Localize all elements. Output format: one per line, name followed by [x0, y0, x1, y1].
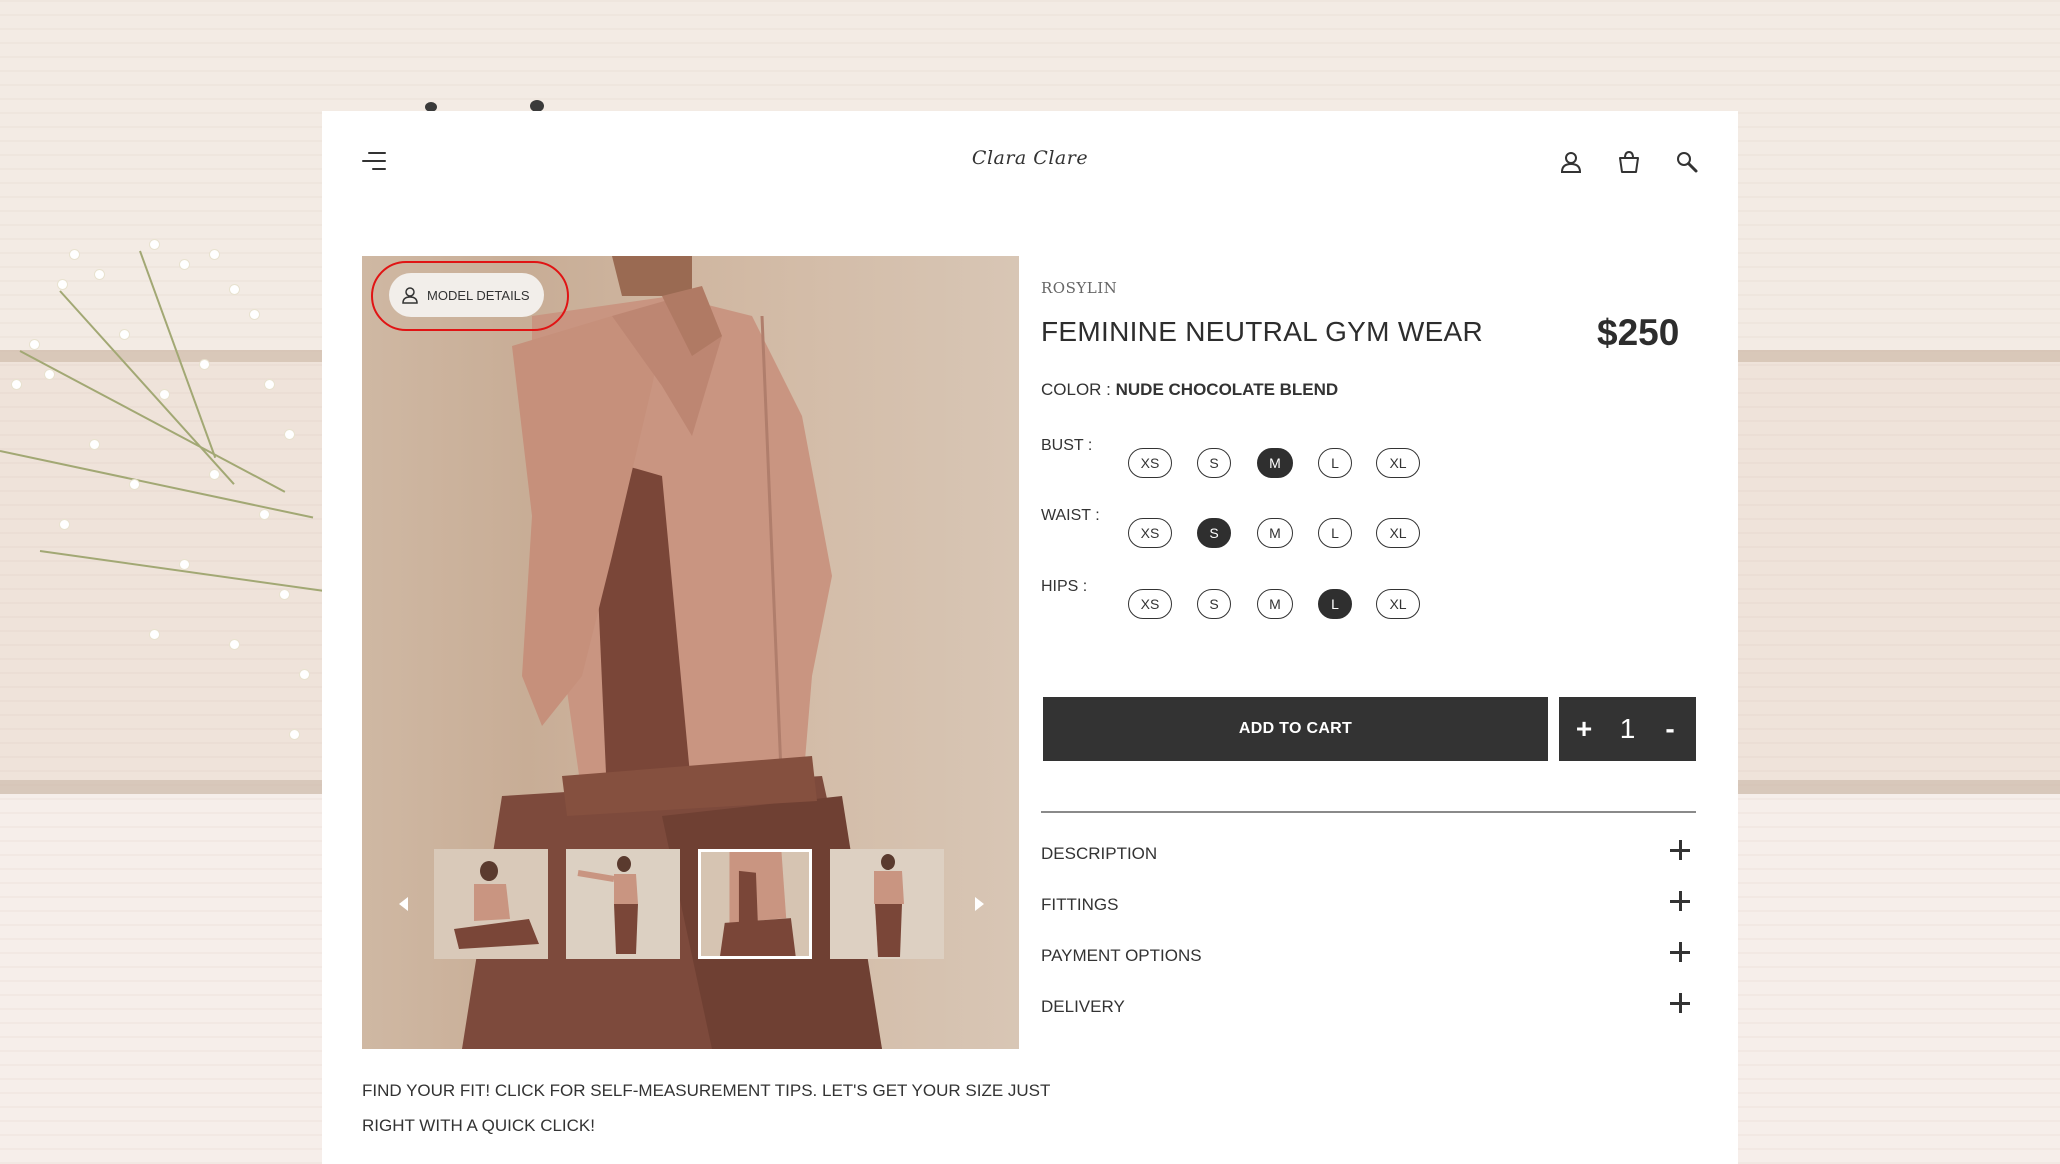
hips-label: HIPS : [1041, 578, 1088, 595]
accordion-label: PAYMENT OPTIONS [1041, 946, 1202, 965]
bust-option-m[interactable]: M [1257, 448, 1293, 478]
waist-option-xl[interactable]: XL [1376, 518, 1420, 548]
hips-option-l[interactable]: L [1318, 589, 1352, 619]
waist-option-m[interactable]: M [1257, 518, 1293, 548]
thumbnail[interactable] [830, 849, 944, 959]
hips-option-xs[interactable]: XS [1128, 589, 1172, 619]
quantity-value[interactable]: 1 [1604, 697, 1651, 761]
bust-option-xs[interactable]: XS [1128, 448, 1172, 478]
section-divider [1041, 811, 1696, 813]
user-icon[interactable] [1558, 149, 1584, 175]
product-vendor: ROSYLIN [1041, 279, 1118, 297]
accordion-delivery[interactable]: DELIVERY [1041, 991, 1696, 1023]
accordion-label: DESCRIPTION [1041, 844, 1158, 863]
quantity-stepper: + 1 - [1559, 697, 1696, 761]
waist-option-s[interactable]: S [1197, 518, 1231, 548]
accordion-label: DELIVERY [1041, 997, 1125, 1016]
thumbnail[interactable] [566, 849, 680, 959]
decrease-quantity-button[interactable]: - [1650, 697, 1690, 761]
product-card: Clara Clare MODEL DETAILS ROSYLIN FEMINI… [322, 111, 1738, 1164]
accordion-description[interactable]: DESCRIPTION [1041, 838, 1696, 870]
model-details-button[interactable]: MODEL DETAILS [389, 273, 544, 317]
bust-option-xl[interactable]: XL [1376, 448, 1420, 478]
plus-icon[interactable] [1668, 940, 1692, 964]
thumbnail-strip [434, 849, 944, 959]
color-label: COLOR : [1041, 380, 1116, 399]
color-value: NUDE CHOCOLATE BLEND [1115, 380, 1339, 399]
add-to-cart-button[interactable]: ADD TO CART [1043, 697, 1548, 761]
increase-quantity-button[interactable]: + [1564, 697, 1604, 761]
bust-option-l[interactable]: L [1318, 448, 1352, 478]
accordion-payment-options[interactable]: PAYMENT OPTIONS [1041, 940, 1696, 972]
hips-option-s[interactable]: S [1197, 589, 1231, 619]
waist-label: WAIST : [1041, 507, 1100, 524]
prev-arrow-icon[interactable] [394, 894, 414, 914]
fit-tip-link[interactable]: FIND YOUR FIT! CLICK FOR SELF-MEASUREMEN… [362, 1073, 1062, 1143]
bag-icon[interactable] [1616, 149, 1642, 175]
product-color: COLOR : NUDE CHOCOLATE BLEND [1041, 380, 1338, 400]
product-gallery: MODEL DETAILS [362, 256, 1019, 1049]
accordion-label: FITTINGS [1041, 895, 1119, 914]
bust-option-s[interactable]: S [1197, 448, 1231, 478]
product-price: $250 [1597, 312, 1680, 353]
accordion-fittings[interactable]: FITTINGS [1041, 889, 1696, 921]
waist-size-row: WAIST : [1041, 499, 1127, 533]
bust-label: BUST : [1041, 437, 1093, 454]
search-icon[interactable] [1674, 149, 1700, 175]
thumbnail[interactable] [434, 849, 548, 959]
product-title: FEMININE NEUTRAL GYM WEAR [1041, 316, 1484, 347]
bust-size-row: BUST : [1041, 429, 1127, 463]
hips-option-m[interactable]: M [1257, 589, 1293, 619]
thumbnail[interactable] [698, 849, 812, 959]
top-navigation: Clara Clare [322, 111, 1738, 211]
flower-decoration [0, 230, 330, 750]
model-details-label: MODEL DETAILS [427, 287, 530, 303]
person-icon [402, 287, 418, 304]
plus-icon[interactable] [1668, 991, 1692, 1015]
waist-option-xs[interactable]: XS [1128, 518, 1172, 548]
next-arrow-icon[interactable] [969, 894, 989, 914]
brand-logo[interactable]: Clara Clare [322, 147, 1738, 169]
waist-option-l[interactable]: L [1318, 518, 1352, 548]
hips-option-xl[interactable]: XL [1376, 589, 1420, 619]
plus-icon[interactable] [1668, 889, 1692, 913]
hips-size-row: HIPS : [1041, 570, 1127, 604]
plus-icon[interactable] [1668, 838, 1692, 862]
